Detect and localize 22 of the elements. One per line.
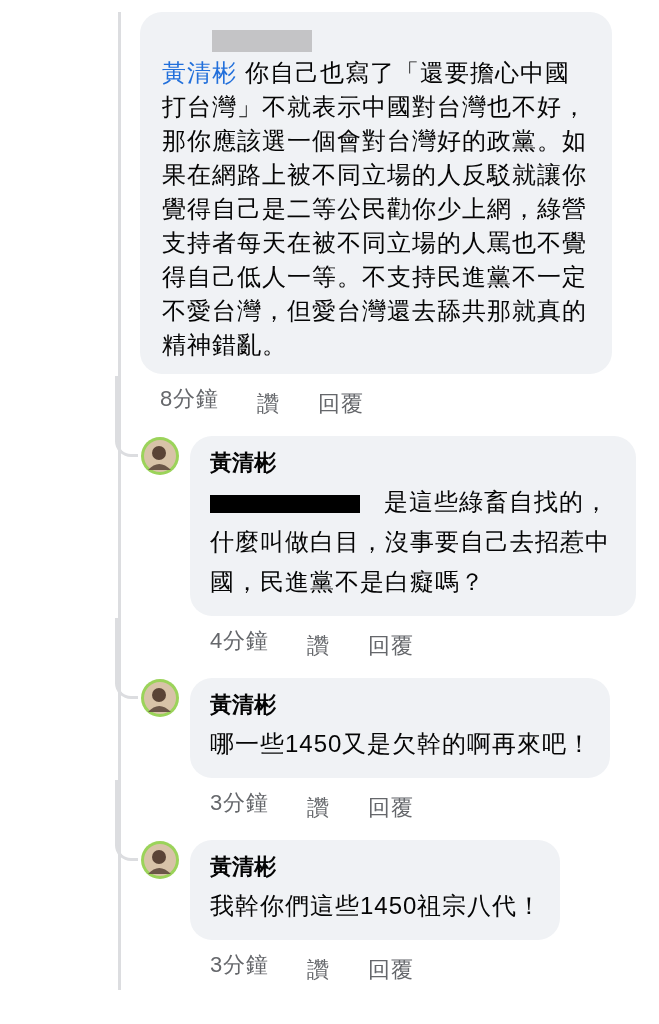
like-button[interactable]: 讚 [307, 626, 331, 666]
author-name[interactable]: 黃清彬 [210, 690, 593, 720]
reply-button[interactable]: 回覆 [368, 626, 415, 666]
like-button[interactable]: 讚 [257, 384, 281, 424]
avatar-icon[interactable] [140, 678, 180, 718]
timestamp: 3分鐘 [210, 951, 270, 979]
avatar-icon[interactable] [140, 840, 180, 880]
reply-button[interactable]: 回覆 [368, 950, 415, 990]
reply-text: 哪一些1450又是欠幹的啊再來吧！ [210, 729, 593, 759]
comment-text: 黃清彬 你自己也寫了「還要擔心中國打台灣」不就表示中國對台灣也不好，那你應該選一個會對台灣好的政黨。如果在網路上被不同立場的人反駁就讓你覺得自己是二等公民勸你少上網，綠營支持者每天在被不同立場的人罵也不覺得自己低人一等。不支持民進黨不一定不愛台灣，但愛台灣還去舔共那就真的精神錯亂。 [162, 58, 588, 360]
like-button[interactable]: 讚 [307, 950, 331, 990]
author-name[interactable]: 黃清彬 [210, 448, 618, 478]
timestamp: 8分鐘 [160, 385, 220, 413]
reply-button[interactable]: 回覆 [318, 384, 365, 424]
reply-text: 我幹你們這些1450祖宗八代！ [210, 891, 543, 921]
timestamp: 4分鐘 [210, 627, 270, 655]
timestamp: 3分鐘 [210, 789, 270, 817]
avatar-icon[interactable] [140, 436, 180, 476]
reply-button[interactable]: 回覆 [368, 788, 415, 828]
like-button[interactable]: 讚 [307, 788, 331, 828]
reply-text: 是這些綠畜自找的，什麼叫做白目，沒事要自己去招惹中國，民進黨不是白癡嗎？ [210, 487, 611, 597]
author-name[interactable]: 黃清彬 [210, 852, 543, 882]
